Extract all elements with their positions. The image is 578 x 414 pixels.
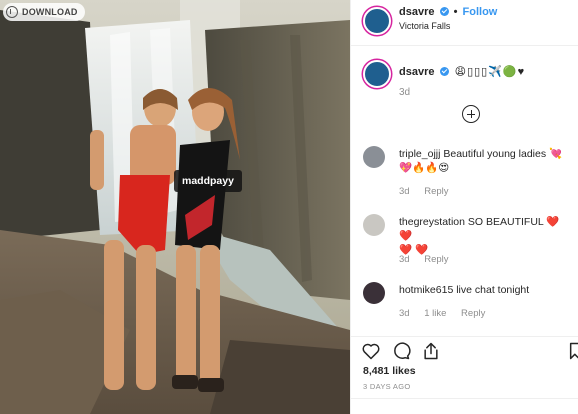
action-bar	[351, 336, 578, 362]
caption-avatar[interactable]	[363, 60, 391, 88]
likes-count[interactable]: 8,481 likes	[363, 365, 416, 377]
post-header: dsavre • Follow Victoria Falls	[351, 0, 578, 46]
comment-meta: 3d Reply	[399, 254, 461, 265]
comment-time: 3d	[399, 254, 410, 265]
comment-body: live chat tonight	[456, 284, 530, 296]
comment-username[interactable]: thegreystation	[399, 216, 465, 228]
add-comment-bar[interactable]	[351, 398, 578, 414]
user-tag[interactable]: maddpayy	[174, 165, 242, 192]
comment-time: 3d	[399, 308, 410, 319]
caption-username[interactable]: dsavre	[399, 66, 434, 78]
download-icon	[6, 6, 18, 18]
bookmark-icon[interactable]	[569, 341, 578, 361]
comment-text: thegreystation SO BEAUTIFUL ❤️ ❤️ ❤️ ❤️	[399, 215, 571, 257]
header-username-line: dsavre • Follow	[399, 6, 497, 18]
photo-scene	[0, 0, 350, 414]
separator: •	[453, 6, 458, 18]
post-photo[interactable]: DOWNLOAD maddpayy	[0, 0, 350, 414]
heart-icon[interactable]	[361, 341, 381, 361]
avatar[interactable]	[363, 7, 391, 35]
header-username[interactable]: dsavre	[399, 6, 434, 18]
post-side-panel: dsavre • Follow Victoria Falls dsavre 😩▯…	[350, 0, 578, 414]
comment-body-2: 💖🔥🔥😍	[399, 162, 450, 174]
comment-avatar[interactable]	[363, 146, 385, 168]
comment-username[interactable]: hotmike615	[399, 284, 453, 296]
caption-text: 😩▯▯▯✈️🟢♥	[454, 66, 526, 78]
verified-icon	[439, 67, 449, 76]
comment-text: triple_ojjj Beautiful young ladies 💘 💖🔥🔥…	[399, 147, 571, 175]
verified-icon	[439, 7, 449, 16]
caption-time: 3d	[399, 87, 411, 98]
comment-icon[interactable]	[391, 341, 411, 361]
reply-button[interactable]: Reply	[461, 308, 485, 319]
follow-button[interactable]: Follow	[463, 6, 498, 18]
comment-avatar[interactable]	[363, 282, 385, 304]
comment-time: 3d	[399, 186, 410, 197]
plus-circle-icon[interactable]	[462, 105, 480, 123]
caption-line: dsavre 😩▯▯▯✈️🟢♥	[399, 65, 525, 78]
comment-meta: 3d 1 like Reply	[399, 308, 497, 319]
reply-button[interactable]: Reply	[424, 254, 448, 265]
reply-button[interactable]: Reply	[424, 186, 448, 197]
post-time: 3 DAYS AGO	[363, 382, 411, 391]
share-icon[interactable]	[421, 341, 441, 361]
location-link[interactable]: Victoria Falls	[399, 21, 450, 31]
comment-username[interactable]: triple_ojjj	[399, 148, 440, 160]
comment-meta: 3d Reply	[399, 186, 461, 197]
comment-body: Beautiful young ladies 💘	[443, 148, 563, 160]
comment-text: hotmike615 live chat tonight	[399, 283, 571, 297]
download-button[interactable]: DOWNLOAD	[3, 3, 85, 21]
download-label: DOWNLOAD	[22, 7, 78, 17]
comment-likes[interactable]: 1 like	[424, 308, 446, 319]
comment-avatar[interactable]	[363, 214, 385, 236]
